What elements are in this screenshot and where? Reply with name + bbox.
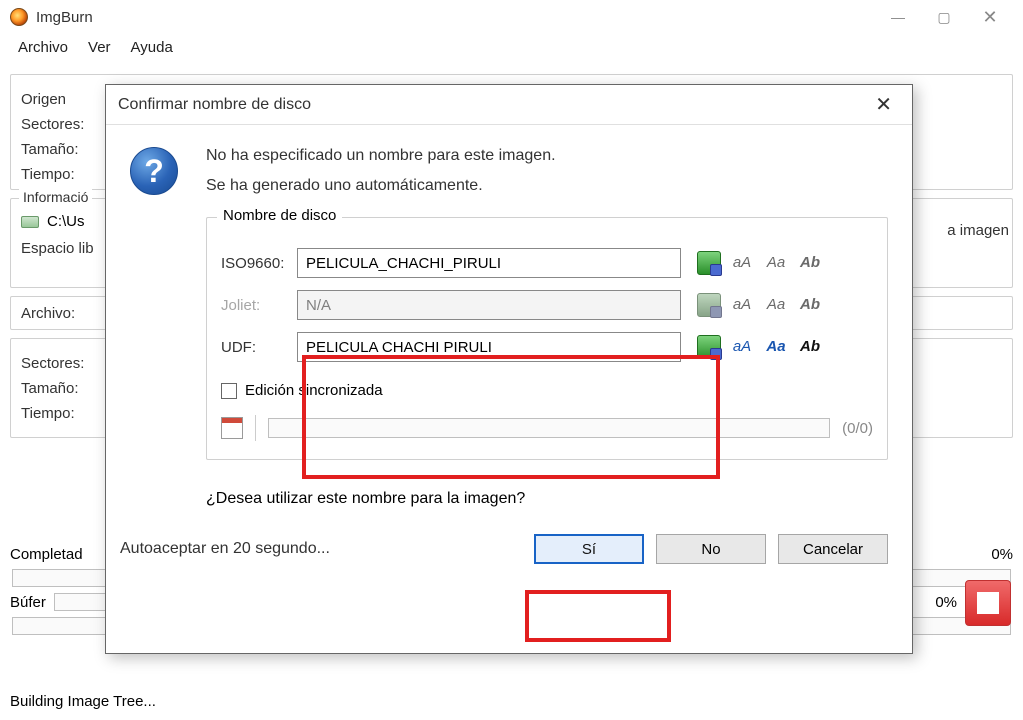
udf-row: UDF: aA Aa Ab — [221, 326, 873, 368]
label-bufer: Búfer — [10, 594, 46, 611]
sync-label: Edición sincronizada — [245, 382, 383, 399]
iso9660-case-Aa[interactable]: Aa — [763, 251, 789, 273]
dialog-text: No ha especificado un nombre para este i… — [206, 147, 556, 207]
mini-count: (0/0) — [842, 420, 873, 437]
dialog-line1: No ha especificado un nombre para este i… — [206, 147, 556, 165]
udf-label: UDF: — [221, 339, 297, 356]
completed-pct: 0% — [965, 546, 1013, 563]
udf-case-Ab[interactable]: Ab — [797, 335, 823, 357]
udf-input[interactable] — [297, 332, 681, 362]
udf-case-aA[interactable]: aA — [729, 335, 755, 357]
drive-path: C:\Us — [47, 213, 85, 230]
drive-icon — [21, 216, 39, 228]
question-text: ¿Desea utilizar este nombre para la imag… — [206, 490, 912, 508]
statusbar: Building Image Tree... — [0, 687, 1023, 716]
calendar-icon[interactable] — [221, 417, 243, 439]
iso9660-label: ISO9660: — [221, 255, 297, 272]
joliet-input — [297, 290, 681, 320]
menubar: Archivo Ver Ayuda — [0, 34, 1023, 62]
disc-name-group-title: Nombre de disco — [217, 207, 342, 224]
button-row: Autoaceptar en 20 segundo... Sí No Cance… — [120, 534, 888, 564]
joliet-tools: aA Aa Ab — [697, 293, 823, 317]
close-button[interactable]: ✕ — [967, 3, 1013, 31]
udf-tools: aA Aa Ab — [697, 335, 823, 359]
menu-ver[interactable]: Ver — [78, 35, 121, 60]
no-button[interactable]: No — [656, 534, 766, 564]
iso9660-row: ISO9660: aA Aa Ab — [221, 242, 873, 284]
joliet-label: Joliet: — [221, 297, 297, 314]
mini-progress-row: (0/0) — [221, 415, 873, 441]
joliet-case-Ab: Ab — [797, 293, 823, 315]
joliet-row: Joliet: aA Aa Ab — [221, 284, 873, 326]
udf-case-Aa[interactable]: Aa — [763, 335, 789, 357]
dialog-close-button[interactable]: ✕ — [867, 88, 900, 121]
dialog-title: Confirmar nombre de disco — [118, 96, 311, 114]
label-completado: Completad — [10, 546, 83, 563]
question-icon — [130, 147, 178, 195]
disc-name-group: Nombre de disco ISO9660: aA Aa Ab Joliet… — [206, 217, 888, 460]
sync-checkbox[interactable] — [221, 383, 237, 399]
dialog-line2: Se ha generado uno automáticamente. — [206, 177, 556, 195]
maximize-button[interactable]: ▢ — [921, 3, 967, 31]
window-buttons: — ▢ ✕ — [875, 3, 1013, 31]
mini-progress — [268, 418, 830, 438]
info-group-title: Informació — [19, 189, 92, 205]
stop-button[interactable] — [965, 580, 1011, 626]
app-logo-icon — [10, 8, 28, 26]
menu-archivo[interactable]: Archivo — [8, 35, 78, 60]
dialog-body: No ha especificado un nombre para este i… — [106, 125, 912, 207]
joliet-case-aA: aA — [729, 293, 755, 315]
joliet-browse-icon — [697, 293, 721, 317]
minimize-button[interactable]: — — [875, 3, 921, 31]
joliet-case-Aa: Aa — [763, 293, 789, 315]
stop-icon — [977, 592, 999, 614]
iso9660-browse-icon[interactable] — [697, 251, 721, 275]
confirm-dialog: Confirmar nombre de disco ✕ No ha especi… — [105, 84, 913, 654]
iso9660-input[interactable] — [297, 248, 681, 278]
main-titlebar: ImgBurn — ▢ ✕ — [0, 0, 1023, 34]
annotation-red-box-yes — [525, 590, 671, 642]
separator — [255, 415, 256, 441]
yes-button[interactable]: Sí — [534, 534, 644, 564]
menu-ayuda[interactable]: Ayuda — [121, 35, 183, 60]
iso9660-case-Ab[interactable]: Ab — [797, 251, 823, 273]
iso9660-case-aA[interactable]: aA — [729, 251, 755, 273]
udf-browse-icon[interactable] — [697, 335, 721, 359]
iso9660-tools: aA Aa Ab — [697, 251, 823, 275]
sync-row: Edición sincronizada — [221, 382, 873, 399]
dialog-buttons: Sí No Cancelar — [534, 534, 888, 564]
app-title: ImgBurn — [36, 9, 93, 26]
buffer-pct: 0% — [909, 594, 957, 611]
cancel-button[interactable]: Cancelar — [778, 534, 888, 564]
auto-accept-label: Autoaceptar en 20 segundo... — [120, 540, 330, 558]
dialog-titlebar: Confirmar nombre de disco ✕ — [106, 85, 912, 125]
